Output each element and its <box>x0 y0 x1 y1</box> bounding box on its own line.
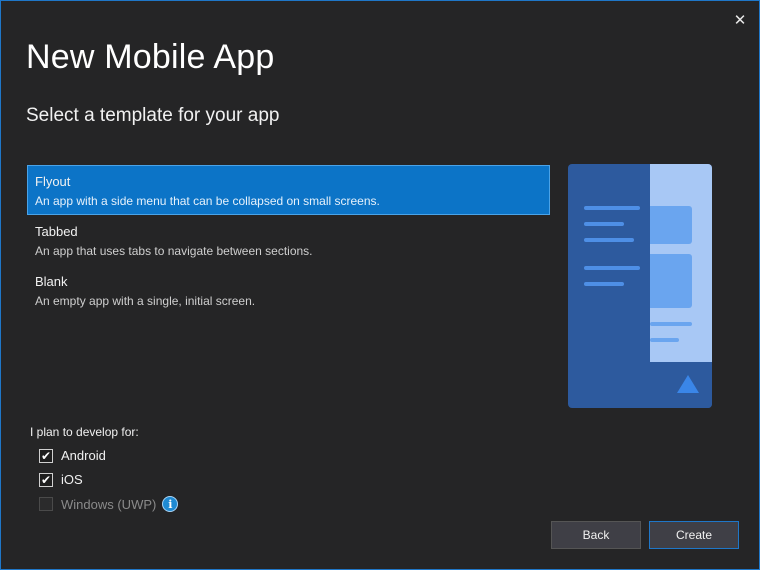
checkbox-ios-box[interactable]: ✔ <box>39 472 53 487</box>
checkbox-label: Windows (UWP) <box>61 496 157 512</box>
template-list: Flyout An app with a side menu that can … <box>27 165 550 315</box>
template-item-blank[interactable]: Blank An empty app with a single, initia… <box>27 265 550 315</box>
template-description: An app with a side menu that can be coll… <box>35 194 380 208</box>
preview-card <box>650 206 692 244</box>
preview-content-line <box>650 338 679 342</box>
checkbox-windows-uwp-box <box>39 497 53 511</box>
preview-card <box>650 254 692 308</box>
platform-label: I plan to develop for: <box>30 425 139 439</box>
create-button[interactable]: Create <box>649 521 739 549</box>
preview-triangle-icon <box>677 375 699 393</box>
template-description: An empty app with a single, initial scre… <box>35 294 256 308</box>
checkbox-label: iOS <box>61 472 83 487</box>
template-name: Blank <box>35 274 68 289</box>
checkbox-ios[interactable]: ✔ iOS <box>39 472 83 487</box>
template-name: Flyout <box>35 174 71 189</box>
template-item-tabbed[interactable]: Tabbed An app that uses tabs to navigate… <box>27 215 550 265</box>
preview-content-line <box>650 322 692 326</box>
template-name: Tabbed <box>35 224 78 239</box>
info-icon[interactable]: i <box>162 496 179 512</box>
preview-menu-line <box>584 238 634 242</box>
checkbox-label: Android <box>61 448 106 463</box>
checkbox-windows-uwp: Windows (UWP) i <box>39 496 179 512</box>
preview-menu-line <box>584 222 624 226</box>
dialog-title: New Mobile App <box>26 38 275 76</box>
checkbox-android-box[interactable]: ✔ <box>39 448 53 463</box>
template-description: An app that uses tabs to navigate betwee… <box>35 244 313 258</box>
dialog-subtitle: Select a template for your app <box>26 105 280 126</box>
close-icon[interactable]: ✕ <box>730 10 750 30</box>
preview-menu-line <box>584 266 640 270</box>
template-preview-image <box>568 164 712 408</box>
back-button[interactable]: Back <box>551 521 641 549</box>
preview-menu-line <box>584 282 624 286</box>
template-item-flyout[interactable]: Flyout An app with a side menu that can … <box>27 165 550 215</box>
checkbox-android[interactable]: ✔ Android <box>39 448 106 463</box>
preview-menu-line <box>584 206 640 210</box>
